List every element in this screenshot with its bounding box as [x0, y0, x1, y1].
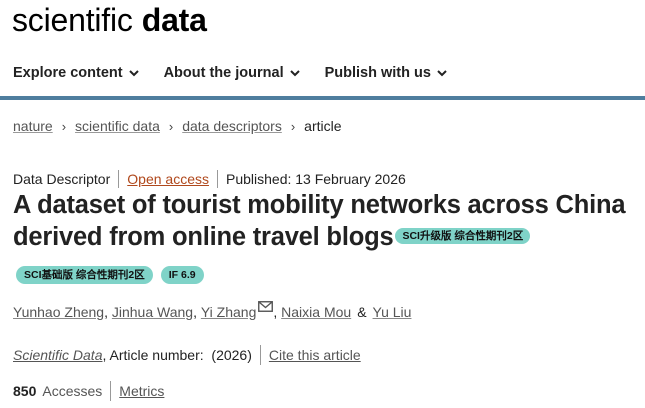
- logo-text-data: data: [141, 2, 207, 38]
- author-link[interactable]: Yunhao Zheng: [13, 304, 104, 320]
- header-divider: [0, 96, 645, 100]
- nav-label: Explore content: [13, 65, 123, 81]
- impact-factor-badge: IF 6.9: [160, 266, 204, 284]
- open-access-link[interactable]: Open access: [127, 171, 209, 187]
- nav-publish-with-us[interactable]: Publish with us: [325, 62, 448, 84]
- author-link[interactable]: Jinhua Wang: [112, 304, 193, 320]
- cite-this-article-link[interactable]: Cite this article: [269, 347, 361, 363]
- author-link[interactable]: Yi Zhang: [201, 304, 257, 320]
- chevron-right-icon: ›: [290, 118, 296, 134]
- divider: [216, 170, 218, 188]
- author-separator: ,: [193, 304, 201, 320]
- nav-label: Publish with us: [324, 65, 431, 81]
- chevron-down-icon: [128, 67, 140, 79]
- chevron-right-icon: ›: [168, 118, 174, 134]
- published-date: Published: 13 February 2026: [225, 171, 406, 187]
- divider: [118, 170, 120, 188]
- accesses-count: 850: [13, 383, 37, 399]
- journal-rank-badge: SCI基础版 综合性期刊2区: [16, 266, 153, 284]
- breadcrumb-current: article: [304, 118, 342, 134]
- logo-text-scientific: scientific: [12, 2, 133, 38]
- author-link[interactable]: Yu Liu: [373, 304, 412, 320]
- nav-label: About the journal: [163, 65, 284, 81]
- chevron-down-icon: [436, 67, 448, 79]
- article-number: , Article number: (2026): [102, 347, 252, 363]
- nav-about-journal[interactable]: About the journal: [164, 62, 301, 84]
- article-type: Data Descriptor: [13, 171, 111, 187]
- divider: [259, 345, 261, 365]
- breadcrumb-scientific-data[interactable]: scientific data: [75, 118, 160, 134]
- badge-row: SCI基础版 综合性期刊2区 IF 6.9: [16, 266, 204, 284]
- breadcrumb: nature › scientific data › data descript…: [13, 118, 342, 134]
- envelope-icon[interactable]: [258, 299, 274, 315]
- article-title-text: A dataset of tourist mobility networks a…: [13, 191, 626, 251]
- metrics-link[interactable]: Metrics: [119, 383, 164, 399]
- article-meta: Data Descriptor Open access Published: 1…: [13, 170, 406, 188]
- citation-line: Scientific Data , Article number: (2026)…: [13, 345, 361, 365]
- nav-explore-content[interactable]: Explore content: [13, 62, 140, 84]
- site-logo[interactable]: scientific data: [12, 2, 207, 44]
- accesses-label: Accesses: [42, 383, 103, 399]
- article-title: A dataset of tourist mobility networks a…: [13, 189, 643, 253]
- breadcrumb-nature[interactable]: nature: [13, 118, 53, 134]
- metrics-bar: 850 Accesses Metrics: [13, 381, 164, 401]
- journal-link[interactable]: Scientific Data: [13, 347, 102, 363]
- main-nav: Explore content About the journal Publis…: [13, 62, 448, 84]
- chevron-down-icon: [289, 67, 301, 79]
- author-separator: ,: [273, 304, 282, 320]
- journal-rank-badge: SCI升级版 综合性期刊2区: [395, 228, 531, 245]
- breadcrumb-data-descriptors[interactable]: data descriptors: [182, 118, 282, 134]
- chevron-right-icon: ›: [61, 118, 67, 134]
- author-list: Yunhao Zheng , Jinhua Wang , Yi Zhang , …: [13, 301, 412, 320]
- author-separator: ,: [104, 304, 112, 320]
- divider: [110, 381, 112, 401]
- author-link[interactable]: Naixia Mou: [281, 304, 351, 320]
- author-conjunction: &: [357, 304, 367, 320]
